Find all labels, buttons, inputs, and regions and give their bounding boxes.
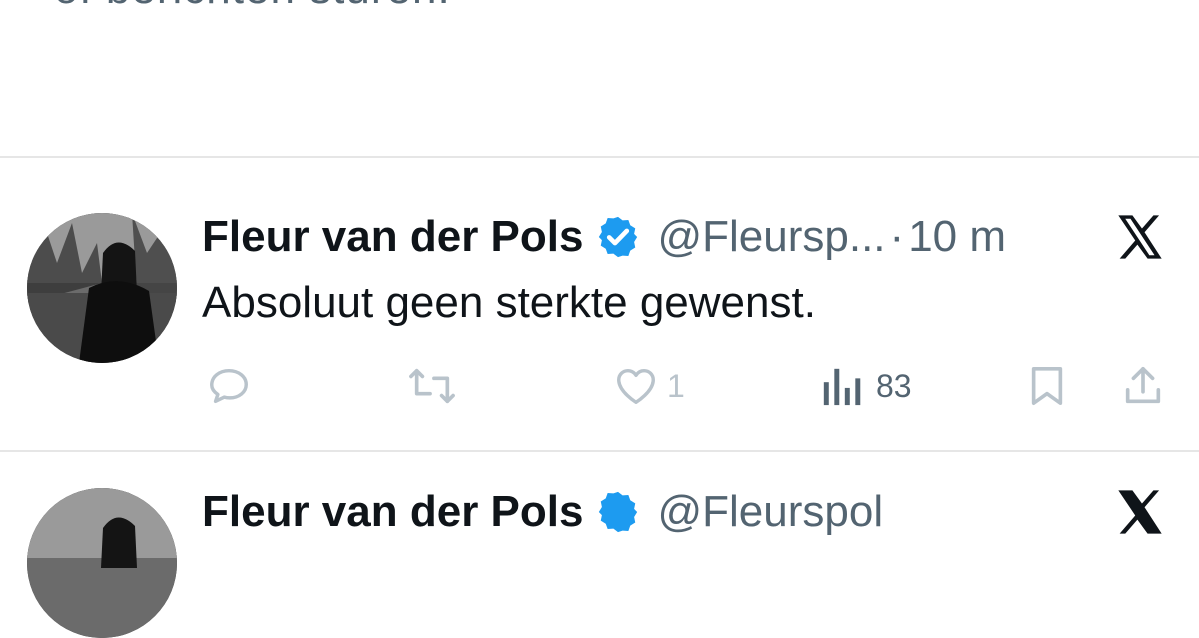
tweet-time[interactable]: 10 m (908, 212, 1006, 262)
bookmark-icon (1031, 367, 1063, 405)
tweet-divider (0, 450, 1199, 452)
author-handle[interactable]: @Fleursp... (657, 212, 885, 262)
verified-badge-icon (595, 214, 641, 260)
share-button[interactable] (1120, 362, 1166, 410)
heart-icon (617, 368, 655, 405)
reply-icon (210, 368, 248, 404)
views-button[interactable]: 83 (820, 362, 912, 410)
next-tweet-header: Fleur van der Pols @Fleurspol (202, 482, 883, 542)
like-count: 1 (667, 367, 685, 404)
like-button[interactable]: 1 (611, 362, 685, 410)
share-icon (1125, 366, 1161, 404)
previous-tweet-text: of berichten sturen. (54, 0, 451, 14)
tweet-header: Fleur van der Pols @Fleursp... · 10 m (202, 207, 1006, 267)
author-name[interactable]: Fleur van der Pols (202, 212, 583, 262)
avatar[interactable] (27, 213, 177, 363)
view-count: 83 (876, 367, 912, 404)
next-author-name[interactable]: Fleur van der Pols (202, 487, 583, 537)
next-avatar[interactable] (27, 488, 177, 638)
bookmark-button[interactable] (1026, 362, 1068, 410)
tweet-divider (0, 156, 1199, 158)
views-chart-icon (823, 368, 861, 406)
tweet-text: Absoluut geen sterkte gewenst. (202, 278, 816, 327)
reply-button[interactable] (206, 362, 252, 410)
retweet-icon (409, 368, 455, 404)
dot-separator: · (889, 212, 905, 261)
next-author-handle[interactable]: @Fleurspol (657, 487, 883, 537)
x-logo-icon (1114, 211, 1166, 263)
verified-badge-icon (595, 489, 641, 535)
x-logo-icon (1114, 486, 1166, 538)
retweet-button[interactable] (407, 362, 457, 410)
